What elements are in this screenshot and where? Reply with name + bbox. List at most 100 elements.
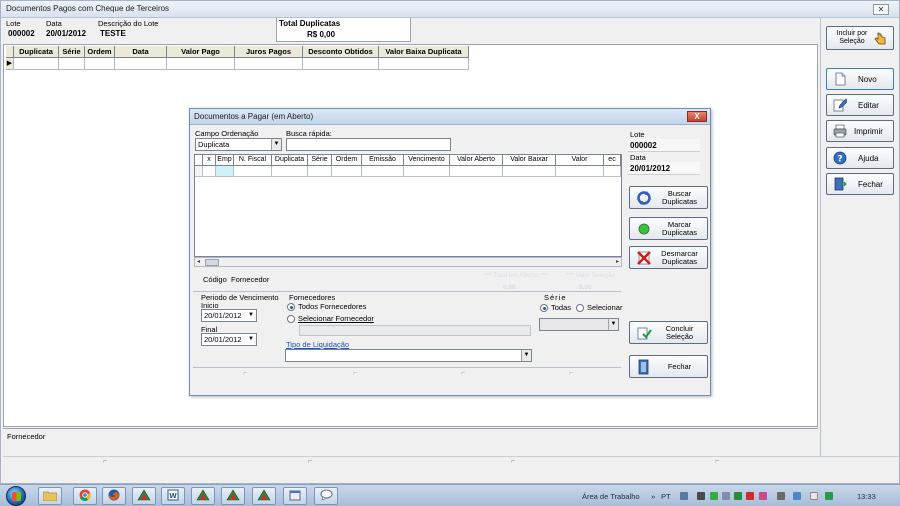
table-cell[interactable] [167, 58, 235, 70]
tray-volume-icon[interactable] [793, 492, 801, 500]
ajuda-button[interactable]: ? Ajuda [826, 147, 894, 169]
taskbar-chrome-button[interactable] [73, 487, 97, 505]
taskbar-word-button[interactable]: W [161, 487, 185, 505]
scroll-right-icon[interactable]: ▸ [616, 258, 619, 266]
serie-selecionar-radio[interactable] [576, 304, 584, 312]
total-em-aberto-label: *** Total em Aberto *** [484, 272, 548, 279]
inicio-date-picker[interactable]: 20/01/2012 ▼ [201, 309, 257, 322]
buscar-duplicatas-button[interactable]: Buscar Duplicatas [629, 186, 708, 209]
table-cell[interactable] [272, 166, 308, 177]
table-row[interactable]: ▶ [6, 58, 469, 70]
campo-ordenacao-select[interactable]: Duplicata ▼ [195, 138, 282, 151]
taskbar-clock[interactable]: 13:33 [857, 492, 876, 501]
table-cell[interactable] [235, 58, 303, 70]
col-valor-baixar[interactable]: Valor Baixar [503, 155, 556, 166]
table-cell[interactable] [14, 58, 59, 70]
word-icon: W [167, 489, 179, 503]
taskbar-app-button[interactable] [252, 487, 276, 505]
tipo-liquidacao-link[interactable]: Tipo de Liquidação [286, 340, 349, 349]
col-valor-baixa-duplicata[interactable]: Valor Baixa Duplicata [379, 46, 469, 58]
table-row[interactable] [195, 166, 621, 177]
table-cell[interactable] [234, 166, 272, 177]
col-ec[interactable]: ec [604, 155, 621, 166]
col-duplicata[interactable]: Duplicata [14, 46, 59, 58]
tray-security-icon[interactable] [710, 492, 718, 500]
desmarcar-duplicatas-button[interactable]: Desmarcar Duplicatas [629, 246, 708, 269]
table-cell[interactable] [556, 166, 604, 177]
dialog-close-button[interactable]: X [687, 111, 707, 122]
table-cell[interactable] [85, 58, 115, 70]
tipo-liquidacao-select[interactable]: ▼ [285, 349, 532, 362]
tray-network-icon[interactable] [680, 492, 688, 500]
col-emissao[interactable]: Emissão [362, 155, 404, 166]
tray-flag-icon[interactable] [722, 492, 730, 500]
col-ordem[interactable]: Ordem [85, 46, 115, 58]
table-cell[interactable] [379, 58, 469, 70]
concluir-selecao-button[interactable]: Concluir Seleção [629, 321, 708, 344]
col-desconto-obtidos[interactable]: Desconto Obtidos [303, 46, 379, 58]
editar-button[interactable]: Editar [826, 94, 894, 116]
table-cell[interactable] [503, 166, 556, 177]
table-cell[interactable] [362, 166, 404, 177]
tray-check-icon[interactable] [825, 492, 833, 500]
taskbar-app-button[interactable] [283, 487, 307, 505]
col-ordem[interactable]: Ordem [332, 155, 362, 166]
todos-fornecedores-radio[interactable] [287, 303, 295, 311]
novo-button[interactable]: Novo [826, 68, 894, 90]
incluir-selecao-button[interactable]: Incluir por Seleção [826, 26, 894, 50]
col-valor-pago[interactable]: Valor Pago [167, 46, 235, 58]
tray-app-icon[interactable] [746, 492, 754, 500]
busca-rapida-input[interactable] [286, 138, 451, 151]
col-serie[interactable]: Série [308, 155, 332, 166]
col-valor[interactable]: Valor [556, 155, 604, 166]
selecionar-fornecedor-radio[interactable] [287, 315, 295, 323]
table-cell[interactable] [303, 58, 379, 70]
serie-todas-radio[interactable] [540, 304, 548, 312]
tray-chevron-icon[interactable]: » [651, 492, 655, 501]
tray-app-icon[interactable] [777, 492, 785, 500]
documentos-grid[interactable]: x Emp N. Fiscal Duplicata Série Ordem Em… [194, 154, 622, 257]
duplicatas-grid[interactable]: Duplicata Série Ordem Data Valor Pago Ju… [6, 46, 469, 70]
fechar-button[interactable]: Fechar [826, 173, 894, 195]
taskbar-firefox-button[interactable] [102, 487, 126, 505]
taskbar-chat-button[interactable] [314, 487, 338, 505]
area-de-trabalho-toolbar[interactable]: Área de Trabalho [582, 492, 640, 501]
col-serie[interactable]: Série [59, 46, 85, 58]
col-juros-pagos[interactable]: Juros Pagos [235, 46, 303, 58]
grid-horizontal-scrollbar[interactable]: ◂ ▸ [194, 257, 622, 267]
tray-display-icon[interactable] [810, 492, 818, 500]
dialog-fechar-button[interactable]: Fechar [629, 355, 708, 378]
table-cell[interactable] [59, 58, 85, 70]
table-cell[interactable] [404, 166, 450, 177]
final-date-picker[interactable]: 20/01/2012 ▼ [201, 333, 257, 346]
tray-app-icon[interactable] [759, 492, 767, 500]
marcar-duplicatas-button[interactable]: Marcar Duplicatas [629, 217, 708, 240]
taskbar-app-button[interactable] [221, 487, 245, 505]
tray-keyboard-icon[interactable] [697, 492, 705, 500]
scroll-left-icon[interactable]: ◂ [197, 258, 200, 266]
serie-select[interactable]: ▼ [539, 318, 619, 331]
col-n-fiscal[interactable]: N. Fiscal [234, 155, 272, 166]
table-cell[interactable] [332, 166, 362, 177]
table-cell[interactable] [450, 166, 503, 177]
table-cell[interactable] [115, 58, 167, 70]
col-valor-aberto[interactable]: Valor Aberto [450, 155, 503, 166]
scroll-thumb[interactable] [205, 259, 219, 266]
taskbar-app-button[interactable] [191, 487, 215, 505]
taskbar-explorer-button[interactable] [38, 487, 62, 505]
table-cell[interactable] [308, 166, 332, 177]
taskbar-app-button[interactable] [132, 487, 156, 505]
start-button[interactable] [6, 486, 26, 506]
tray-app-icon[interactable] [734, 492, 742, 500]
col-emp[interactable]: Emp [216, 155, 234, 166]
window-close-button[interactable]: ✕ [873, 4, 889, 15]
col-duplicata[interactable]: Duplicata [272, 155, 308, 166]
table-cell[interactable] [203, 166, 216, 177]
col-vencimento[interactable]: Vencimento [404, 155, 450, 166]
col-data[interactable]: Data [115, 46, 167, 58]
table-cell[interactable] [216, 166, 234, 177]
language-indicator[interactable]: PT [661, 492, 671, 501]
table-cell[interactable] [604, 166, 621, 177]
col-check[interactable]: x [203, 155, 216, 166]
imprimir-button[interactable]: Imprimir [826, 120, 894, 142]
